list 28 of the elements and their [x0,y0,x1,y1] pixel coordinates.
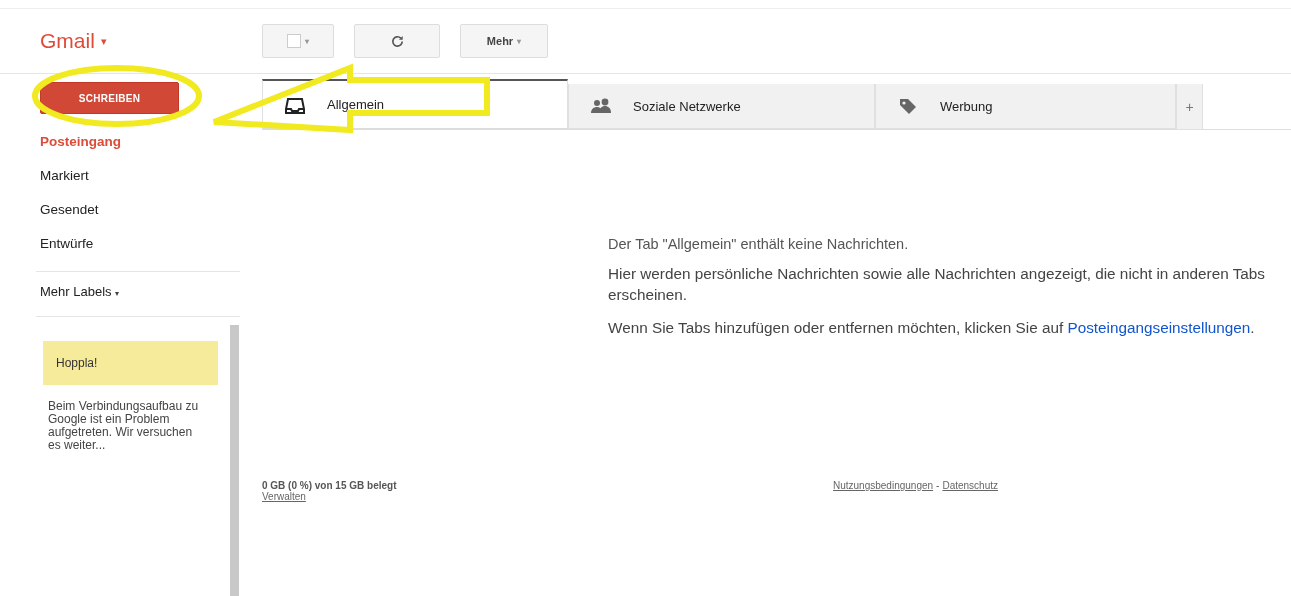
empty-description: Hier werden persönliche Nachrichten sowie alle Nachrichten angezeigt, die nicht in anderen Tabs erscheinen. [608,264,1266,305]
nav-item[interactable]: Posteingang [40,125,262,159]
scrollbar[interactable] [230,325,239,596]
tag-icon [898,97,918,115]
terms-link[interactable]: Nutzungsbedingungen [833,480,934,491]
manage-link[interactable]: Verwalten [262,491,306,502]
more-labels-link[interactable]: Mehr Labels ▾ [40,272,262,312]
empty-heading: Der Tab "Allgemein" enthält keine Nachrichten. [608,236,910,252]
settings-hint: Wenn Sie Tabs hinzufügen oder entfernen möchten, klicken Sie auf Posteingangseinstellungen. [608,318,1256,338]
caret-icon[interactable]: ▾ [100,34,107,48]
category-tab[interactable]: Soziale Netzwerke [568,84,875,129]
compose-button[interactable]: SCHREIBEN [40,82,179,114]
notice-banner: Hoppla! [43,341,218,385]
nav-item[interactable]: Gesendet [40,193,262,227]
refresh-button[interactable] [354,24,440,58]
nav-item[interactable]: Markiert [40,159,262,193]
more-button[interactable]: Mehr ▾ [460,24,548,58]
gmail-logo[interactable]: Gmail [40,29,95,53]
storage-usage: 0 GB (0 %) von 15 GB belegt [262,480,397,491]
separator-text: - [936,480,940,491]
add-tab-button[interactable]: + [1176,84,1203,130]
people-icon [591,97,611,115]
notice-text: Beim Verbindungsaufbau zu Google ist ein Problem aufgetreten. Wir versuchen es weiter... [47,398,200,452]
privacy-link[interactable]: Datenschutz [942,480,999,491]
nav-item[interactable]: Entwürfe [40,227,262,261]
inbox-icon [285,95,305,114]
refresh-icon [389,33,405,49]
category-tab[interactable]: Werbung [875,84,1176,129]
